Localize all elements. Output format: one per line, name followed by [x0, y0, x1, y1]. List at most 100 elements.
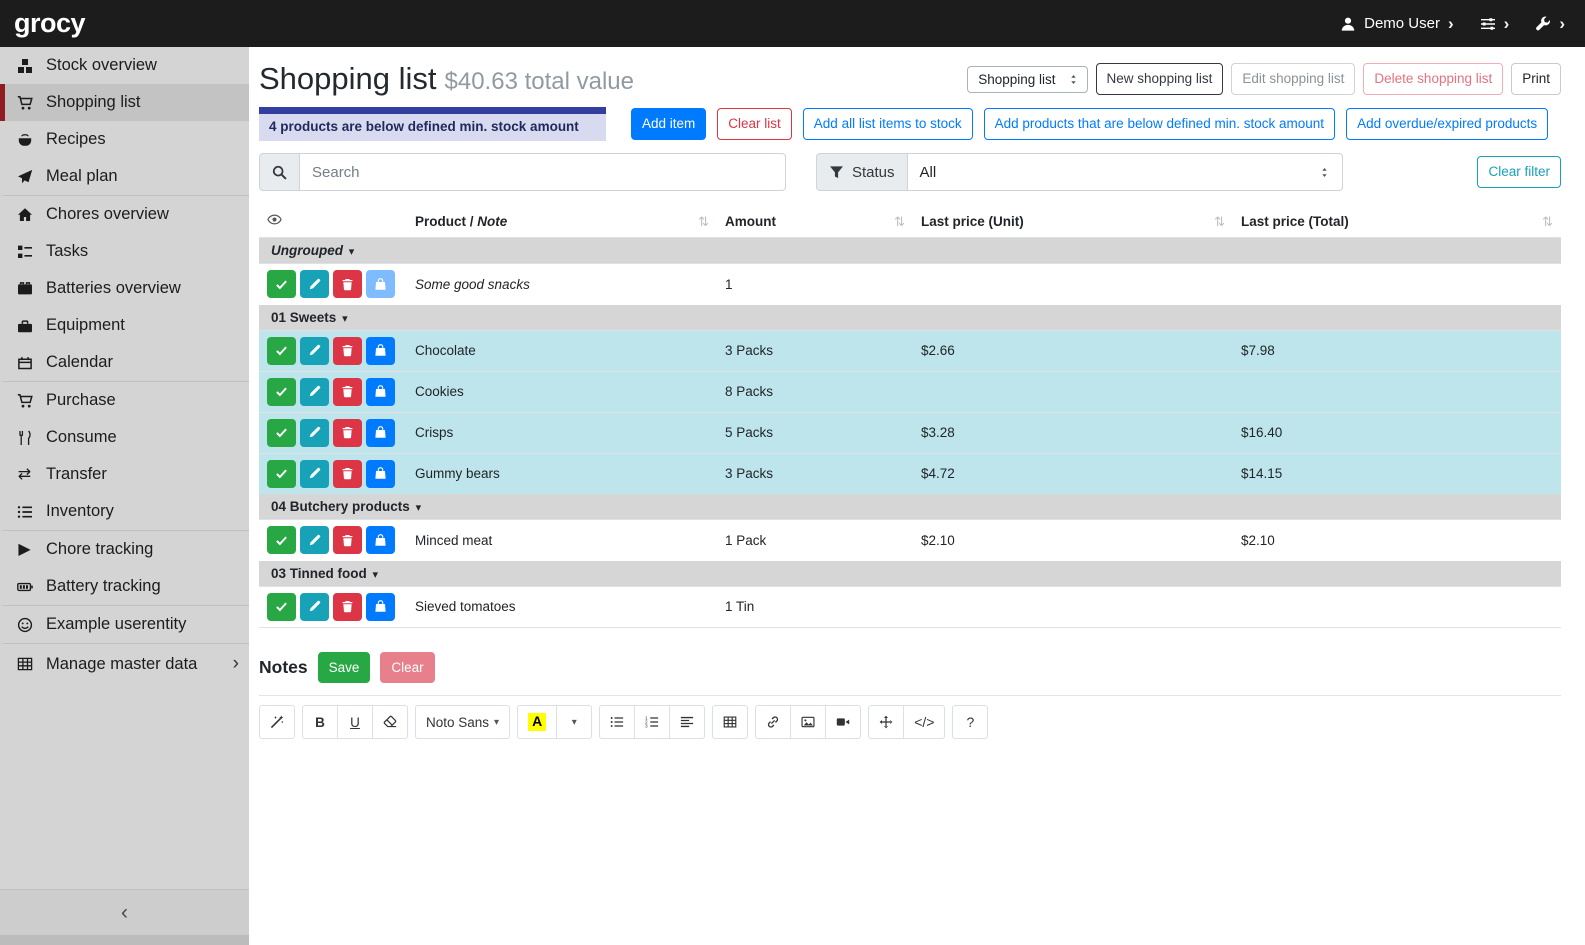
bold-button[interactable]: B — [302, 705, 338, 739]
add-item-button[interactable]: Add item — [631, 108, 706, 140]
sidebar-item-chores-overview[interactable]: Chores overview — [0, 196, 249, 233]
product-group-header[interactable]: 01 Sweets ▾ — [271, 310, 348, 325]
edit-shopping-list-button[interactable]: Edit shopping list — [1231, 63, 1355, 95]
toggle-done-rows-button[interactable] — [259, 205, 407, 238]
done-button[interactable] — [267, 337, 296, 365]
shopping-list-row: Crisps5 Packs$3.28$16.40 — [259, 412, 1561, 453]
sidebar-item-chore-tracking[interactable]: ▶Chore tracking — [0, 531, 249, 568]
done-button[interactable] — [267, 419, 296, 447]
help-button[interactable]: ? — [952, 705, 988, 739]
sidebar-item-stock-overview[interactable]: Stock overview — [0, 47, 249, 84]
done-button[interactable] — [267, 593, 296, 621]
add-to-stock-button[interactable] — [366, 460, 395, 488]
product-group-header[interactable]: 04 Butchery products ▾ — [271, 499, 421, 514]
magic-style-button[interactable] — [259, 705, 295, 739]
notes-editor-area[interactable] — [259, 739, 1561, 935]
delete-item-button[interactable] — [333, 270, 362, 298]
select-arrows-icon — [1319, 167, 1330, 178]
insert-picture-button[interactable] — [790, 705, 826, 739]
sidebar-item-example-userentity[interactable]: Example userentity — [0, 606, 249, 644]
delete-item-button[interactable] — [333, 378, 362, 406]
edit-item-button[interactable] — [300, 378, 329, 406]
clear-list-button[interactable]: Clear list — [717, 108, 792, 140]
column-header-amount[interactable]: Amount⇅ — [717, 205, 913, 238]
column-header-last-price-unit[interactable]: Last price (Unit)⇅ — [913, 205, 1233, 238]
add-to-stock-button[interactable] — [366, 378, 395, 406]
column-header-last-price-total[interactable]: Last price (Total)⇅ — [1233, 205, 1561, 238]
new-shopping-list-button[interactable]: New shopping list — [1096, 63, 1224, 95]
edit-item-button[interactable] — [300, 593, 329, 621]
add-to-stock-button[interactable] — [366, 270, 395, 298]
user-menu[interactable]: Demo User › — [1340, 15, 1454, 32]
product-group-header[interactable]: Ungrouped ▾ — [271, 243, 354, 258]
sidebar-item-shopping-list[interactable]: Shopping list — [0, 84, 249, 121]
add-all-to-stock-button[interactable]: Add all list items to stock — [803, 108, 973, 140]
sidebar-item-label: Shopping list — [46, 93, 140, 112]
clear-filter-button[interactable]: Clear filter — [1477, 156, 1561, 188]
delete-item-button[interactable] — [333, 460, 362, 488]
add-to-stock-button[interactable] — [366, 337, 395, 365]
product-group-header[interactable]: 03 Tinned food ▾ — [271, 566, 378, 581]
sidebar-item-meal-plan[interactable]: Meal plan — [0, 158, 249, 196]
add-to-stock-button[interactable] — [366, 526, 395, 554]
sidebar-item-transfer[interactable]: ⇄Transfer — [0, 456, 249, 493]
done-button[interactable] — [267, 270, 296, 298]
sidebar-item-inventory[interactable]: Inventory — [0, 493, 249, 531]
sidebar-item-purchase[interactable]: Purchase — [0, 382, 249, 419]
code-view-button[interactable]: </> — [903, 705, 945, 739]
sidebar-item-equipment[interactable]: Equipment — [0, 307, 249, 344]
font-family-select[interactable]: Noto Sans▾ — [415, 705, 510, 739]
edit-item-button[interactable] — [300, 419, 329, 447]
column-header-product[interactable]: Product / Note⇅ — [407, 205, 717, 238]
delete-item-button[interactable] — [333, 419, 362, 447]
clear-formatting-button[interactable] — [372, 705, 408, 739]
add-below-min-stock-button[interactable]: Add products that are below defined min.… — [984, 108, 1335, 140]
delete-item-button[interactable] — [333, 526, 362, 554]
edit-item-button[interactable] — [300, 460, 329, 488]
text-color-button[interactable]: A — [517, 705, 557, 739]
search-addon — [259, 153, 299, 191]
notes-save-button[interactable]: Save — [318, 652, 371, 684]
sidebar-item-batteries-overview[interactable]: Batteries overview — [0, 270, 249, 307]
sidebar-item-tasks[interactable]: Tasks — [0, 233, 249, 270]
paragraph-style-button[interactable] — [669, 705, 705, 739]
delete-shopping-list-button[interactable]: Delete shopping list — [1363, 63, 1503, 95]
edit-item-button[interactable] — [300, 337, 329, 365]
edit-item-button[interactable] — [300, 526, 329, 554]
app-logo[interactable]: grocy — [14, 8, 85, 39]
edit-item-button[interactable] — [300, 270, 329, 298]
sidebar-item-manage-master-data[interactable]: Manage master data› — [0, 644, 249, 684]
check-icon — [275, 344, 288, 357]
text-color-dropdown[interactable]: ▾ — [556, 705, 592, 739]
shopping-list-row: Chocolate3 Packs$2.66$7.98 — [259, 330, 1561, 371]
sidebar-item-recipes[interactable]: Recipes — [0, 121, 249, 158]
status-filter-select[interactable]: All — [907, 153, 1343, 191]
insert-link-button[interactable] — [755, 705, 791, 739]
unordered-list-button[interactable] — [599, 705, 635, 739]
done-button[interactable] — [267, 526, 296, 554]
insert-table-button[interactable] — [712, 705, 748, 739]
done-button[interactable] — [267, 460, 296, 488]
sidebar-collapse-button[interactable]: ‹ — [0, 889, 249, 935]
delete-item-button[interactable] — [333, 593, 362, 621]
sidebar-item-consume[interactable]: Consume — [0, 419, 249, 456]
print-button[interactable]: Print — [1511, 63, 1561, 95]
search-input[interactable] — [299, 153, 786, 191]
sidebar-item-battery-tracking[interactable]: Battery tracking — [0, 568, 249, 606]
sidebar-item-calendar[interactable]: Calendar — [0, 344, 249, 382]
delete-item-button[interactable] — [333, 337, 362, 365]
notes-clear-button[interactable]: Clear — [380, 652, 434, 684]
display-settings-menu[interactable]: › — [1480, 15, 1510, 32]
insert-video-button[interactable] — [825, 705, 861, 739]
underline-button[interactable]: U — [337, 705, 373, 739]
shopping-list-select[interactable]: Shopping list — [967, 66, 1087, 93]
add-to-stock-button[interactable] — [366, 419, 395, 447]
add-overdue-button[interactable]: Add overdue/expired products — [1346, 108, 1548, 140]
done-button[interactable] — [267, 378, 296, 406]
admin-menu[interactable]: › — [1535, 15, 1565, 32]
sidebar-item-label: Calendar — [46, 353, 113, 372]
ordered-list-button[interactable]: 123 — [634, 705, 670, 739]
amount: 1 Pack — [717, 520, 913, 561]
add-to-stock-button[interactable] — [366, 593, 395, 621]
fullscreen-button[interactable] — [868, 705, 904, 739]
